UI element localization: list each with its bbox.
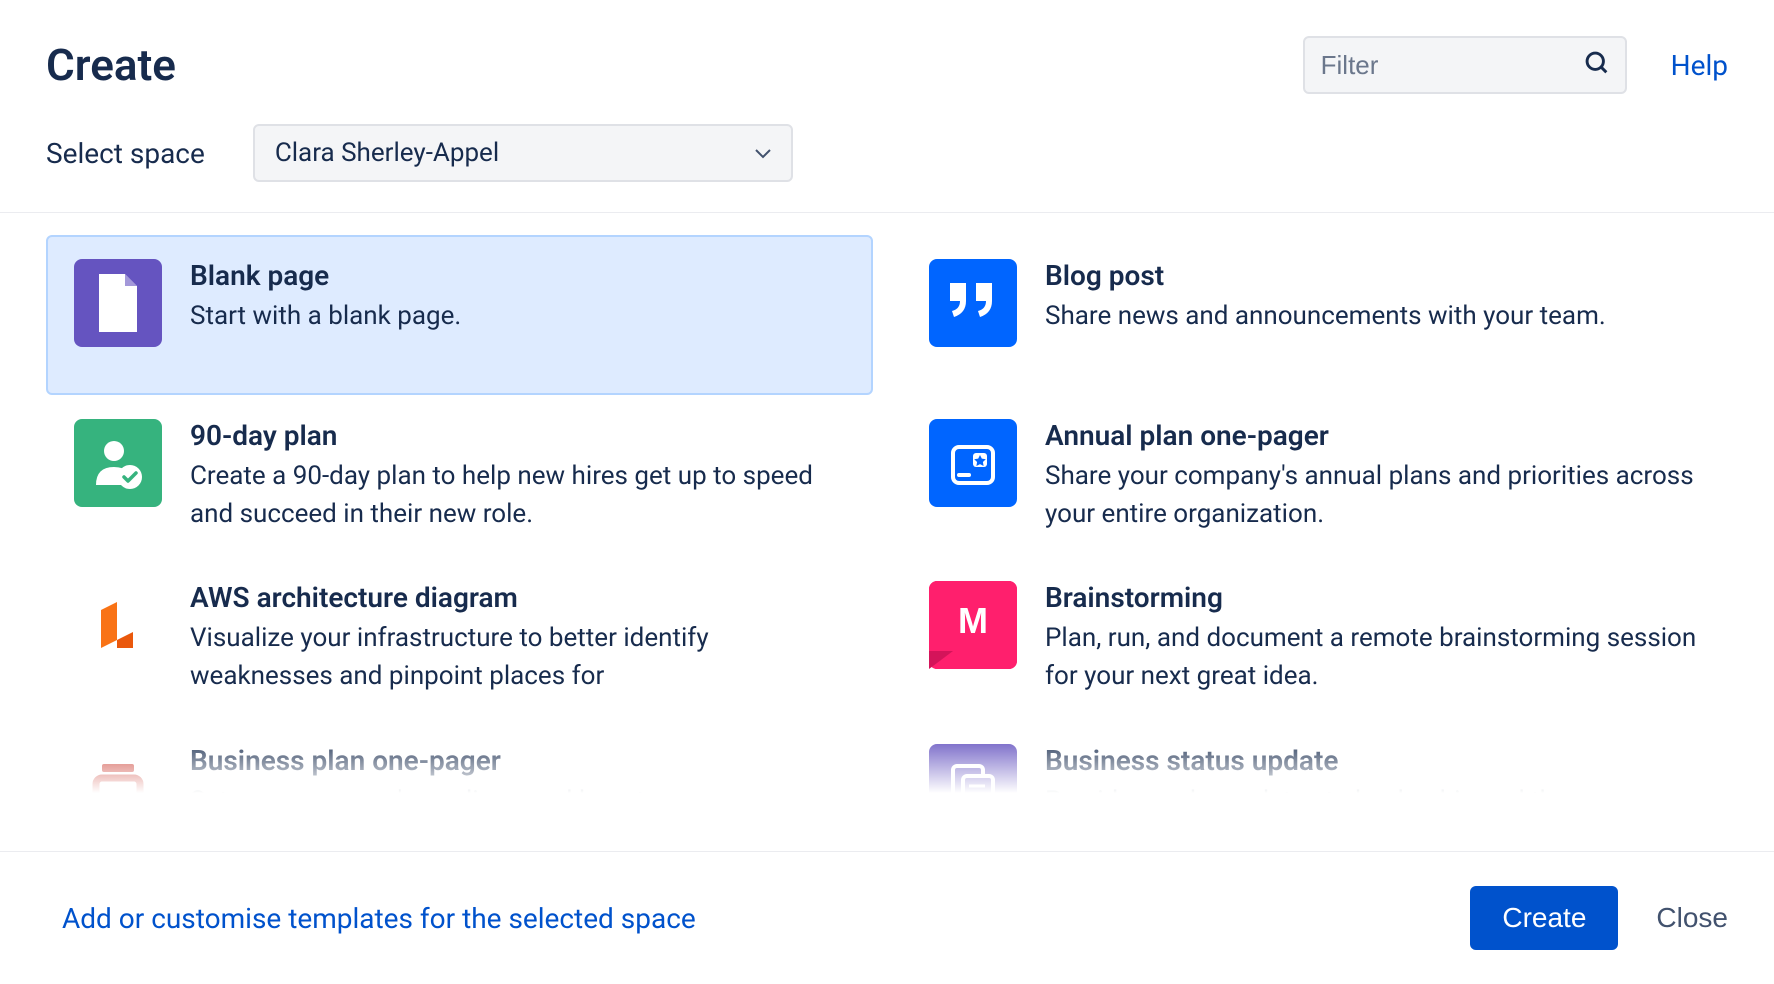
- template-card-90-day-plan[interactable]: 90-day plan Create a 90-day plan to help …: [46, 395, 873, 557]
- quote-icon: [929, 259, 1017, 347]
- chevron-down-icon: [755, 144, 771, 163]
- select-space-label: Select space: [46, 137, 205, 170]
- template-text: 90-day plan Create a 90-day plan to help …: [190, 419, 845, 533]
- doc-list-icon: [929, 744, 1017, 793]
- svg-text:M: M: [958, 600, 988, 641]
- filter-input[interactable]: [1303, 36, 1627, 94]
- templates-grid: Blank page Start with a blank page. Blog p…: [46, 235, 1728, 793]
- customise-templates-link[interactable]: Add or customise templates for the selec…: [62, 902, 696, 935]
- template-text: Blog post Share news and announcements wi…: [1045, 259, 1700, 336]
- template-text: Business plan one-pager Set your company'…: [190, 744, 845, 793]
- templates-area: Blank page Start with a blank page. Blog p…: [0, 213, 1774, 793]
- footer-actions: Create Close: [1470, 886, 1728, 950]
- page-icon: [74, 259, 162, 347]
- template-text: Blank page Start with a blank page.: [190, 259, 845, 336]
- template-title: Annual plan one-pager: [1045, 419, 1700, 452]
- template-text: AWS architecture diagram Visualize your i…: [190, 581, 845, 695]
- template-card-annual-plan[interactable]: Annual plan one-pager Share your company'…: [901, 395, 1728, 557]
- lucid-icon: [74, 581, 162, 669]
- space-selector-value: Clara Sherley-Appel: [275, 138, 499, 168]
- template-title: Blog post: [1045, 259, 1700, 292]
- template-description: Share news and announcements with your t…: [1045, 298, 1700, 336]
- template-card-brainstorm[interactable]: M Brainstorming Plan, run, and document a …: [901, 557, 1728, 719]
- template-description: Visualize your infrastructure to better …: [190, 620, 845, 695]
- template-title: 90-day plan: [190, 419, 845, 452]
- template-title: Brainstorming: [1045, 581, 1700, 614]
- dialog-header: Create Help: [0, 0, 1774, 124]
- template-title: AWS architecture diagram: [190, 581, 845, 614]
- header-actions: Help: [1303, 36, 1728, 94]
- mural-icon: M: [929, 581, 1017, 669]
- create-button[interactable]: Create: [1470, 886, 1618, 950]
- template-description: Plan, run, and document a remote brainst…: [1045, 620, 1700, 695]
- help-link[interactable]: Help: [1671, 49, 1728, 82]
- star-doc-icon: [929, 419, 1017, 507]
- template-text: Brainstorming Plan, run, and document a r…: [1045, 581, 1700, 695]
- user-check-icon: [74, 419, 162, 507]
- dialog-title: Create: [46, 39, 176, 91]
- template-card-biz-status[interactable]: Business status update Provide regular up…: [901, 720, 1728, 793]
- template-text: Annual plan one-pager Share your company'…: [1045, 419, 1700, 533]
- space-selector[interactable]: Clara Sherley-Appel: [253, 124, 793, 182]
- template-card-biz-plan[interactable]: Business plan one-pager Set your company'…: [46, 720, 873, 793]
- dialog-footer: Add or customise templates for the selec…: [0, 851, 1774, 984]
- template-description: Provide regular updates to leadership an…: [1045, 783, 1700, 793]
- create-dialog: Create Help Select space Clara Sherley-A…: [0, 0, 1774, 984]
- template-title: Business status update: [1045, 744, 1700, 777]
- template-description: Share your company's annual plans and pr…: [1045, 458, 1700, 533]
- template-card-blog-post[interactable]: Blog post Share news and announcements wi…: [901, 235, 1728, 395]
- filter-field-wrapper: [1303, 36, 1627, 94]
- template-description: Set your company's medium- and long-term: [190, 783, 845, 793]
- template-description: Start with a blank page.: [190, 298, 845, 336]
- template-card-aws-arch[interactable]: AWS architecture diagram Visualize your i…: [46, 557, 873, 719]
- template-card-blank-page[interactable]: Blank page Start with a blank page.: [46, 235, 873, 395]
- close-button[interactable]: Close: [1656, 902, 1728, 934]
- select-space-row: Select space Clara Sherley-Appel: [0, 124, 1774, 213]
- template-text: Business status update Provide regular up…: [1045, 744, 1700, 793]
- box-icon: [74, 744, 162, 793]
- template-title: Business plan one-pager: [190, 744, 845, 777]
- template-title: Blank page: [190, 259, 845, 292]
- template-description: Create a 90-day plan to help new hires g…: [190, 458, 845, 533]
